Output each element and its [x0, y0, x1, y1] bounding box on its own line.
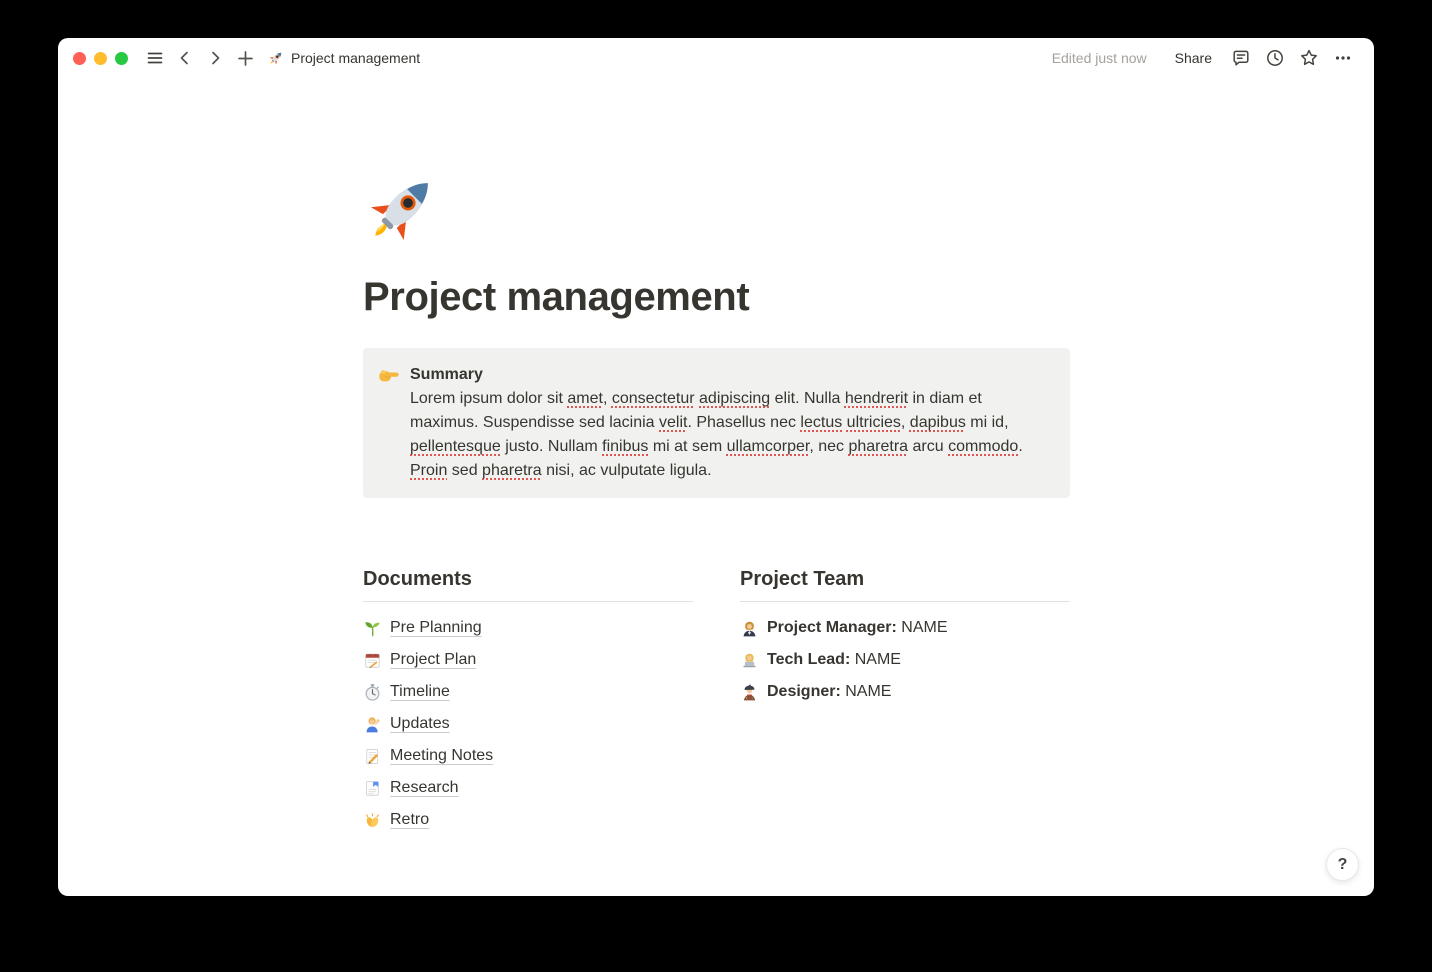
clapping-hands-icon — [363, 811, 382, 830]
team-member-row: Designer: NAME — [740, 676, 1070, 708]
zoom-button[interactable] — [115, 52, 128, 65]
doc-link-meeting-notes[interactable]: Meeting Notes — [390, 747, 493, 765]
favorite-button[interactable] — [1296, 45, 1322, 71]
member-role: Project Manager: — [767, 619, 897, 636]
list-item: Pre Planning — [363, 612, 693, 644]
team-member-row: Tech Lead: NAME — [740, 644, 1070, 676]
documents-column: Documents Pre Planning — [363, 568, 693, 836]
documents-heading: Documents — [363, 568, 693, 602]
list-item: Meeting Notes — [363, 740, 693, 772]
share-button[interactable]: Share — [1167, 46, 1220, 70]
ellipsis-icon — [1333, 48, 1353, 68]
doc-link-pre-planning[interactable]: Pre Planning — [390, 619, 482, 637]
app-window: Project management Edited just now Share — [58, 38, 1374, 896]
forward-button[interactable] — [202, 45, 228, 71]
team-column: Project Team Project Manager: NAME — [740, 568, 1070, 836]
more-button[interactable] — [1330, 45, 1356, 71]
star-icon — [1299, 48, 1319, 68]
doc-link-timeline[interactable]: Timeline — [390, 683, 450, 701]
chevron-right-icon — [207, 50, 223, 66]
desktop-background: Project management Edited just now Share — [0, 0, 1432, 972]
woman-technologist-icon — [740, 651, 759, 670]
man-artist-icon — [740, 683, 759, 702]
page-content: Project management Summary Lorem ipsum d… — [58, 78, 1070, 836]
comment-icon — [1231, 48, 1251, 68]
minimize-button[interactable] — [94, 52, 107, 65]
list-item: Project Plan — [363, 644, 693, 676]
breadcrumb[interactable]: Project management — [268, 50, 420, 66]
breadcrumb-title: Project management — [291, 50, 420, 66]
stopwatch-icon — [363, 683, 382, 702]
doc-link-research[interactable]: Research — [390, 779, 458, 797]
sidebar-menu-button[interactable] — [142, 45, 168, 71]
woman-office-worker-icon — [740, 619, 759, 638]
traffic-lights — [68, 52, 128, 65]
hamburger-icon — [146, 49, 164, 67]
two-column-layout: Documents Pre Planning — [363, 568, 1070, 836]
edited-status: Edited just now — [1052, 50, 1147, 66]
doc-link-retro[interactable]: Retro — [390, 811, 429, 829]
list-item: Timeline — [363, 676, 693, 708]
memo-icon — [363, 747, 382, 766]
member-name: NAME — [901, 619, 947, 636]
callout-heading: Summary — [410, 363, 1046, 387]
member-role: Designer: — [767, 683, 841, 700]
doc-link-project-plan[interactable]: Project Plan — [390, 651, 476, 669]
member-name: NAME — [845, 683, 891, 700]
callout-text: Lorem ipsum dolor sit amet, consectetur … — [410, 387, 1046, 483]
back-button[interactable] — [172, 45, 198, 71]
calendar-icon — [363, 651, 382, 670]
plus-icon — [237, 50, 254, 67]
member-name: NAME — [855, 651, 901, 668]
team-member-row: Project Manager: NAME — [740, 612, 1070, 644]
help-button[interactable]: ? — [1326, 848, 1359, 881]
page-title[interactable]: Project management — [363, 275, 1070, 320]
team-heading: Project Team — [740, 568, 1070, 602]
seedling-icon — [363, 619, 382, 638]
list-item: Updates — [363, 708, 693, 740]
list-item: Retro — [363, 804, 693, 836]
new-page-button[interactable] — [232, 45, 258, 71]
woman-tipping-hand-icon — [363, 715, 382, 734]
bookmark-tabs-icon — [363, 779, 382, 798]
rocket-icon — [268, 50, 284, 66]
history-button[interactable] — [1262, 45, 1288, 71]
pointing-right-icon — [378, 364, 400, 386]
clock-icon — [1265, 48, 1285, 68]
chevron-left-icon — [177, 50, 193, 66]
doc-link-updates[interactable]: Updates — [390, 715, 450, 733]
list-item: Research — [363, 772, 693, 804]
page-icon-rocket[interactable] — [363, 170, 441, 248]
titlebar: Project management Edited just now Share — [58, 38, 1374, 78]
summary-callout: Summary Lorem ipsum dolor sit amet, cons… — [363, 348, 1070, 498]
close-button[interactable] — [73, 52, 86, 65]
comments-button[interactable] — [1228, 45, 1254, 71]
member-role: Tech Lead: — [767, 651, 850, 668]
